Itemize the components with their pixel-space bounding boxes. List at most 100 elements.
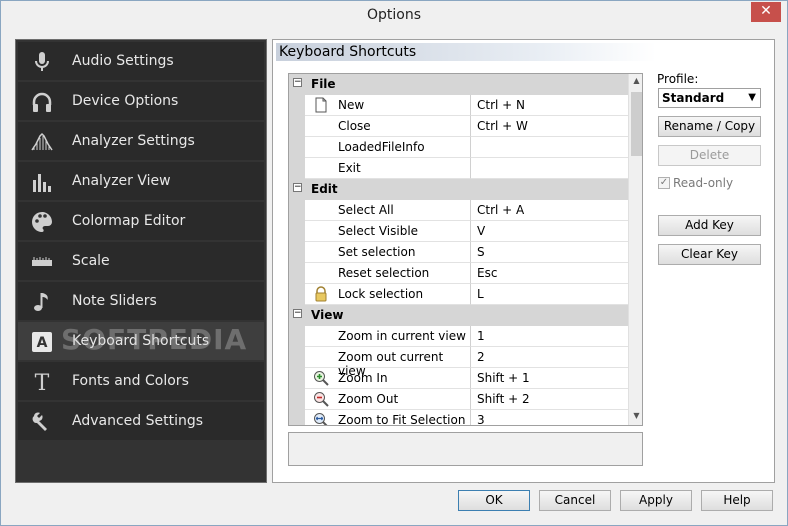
- wrench-icon: [32, 412, 47, 431]
- table-row[interactable]: Zoom to Fit Selection 3: [289, 410, 629, 426]
- apply-button[interactable]: Apply: [620, 490, 692, 511]
- zoom-in-icon: [314, 371, 329, 386]
- shortcut-key: 1: [477, 329, 485, 343]
- key-a-icon: A: [32, 332, 52, 352]
- panel-header: Keyboard Shortcuts: [276, 43, 656, 61]
- window-title: Options: [366, 7, 422, 23]
- sidebar-item-device-options[interactable]: Device Options: [18, 82, 264, 120]
- group-row-edit[interactable]: − Edit: [289, 179, 629, 200]
- watermark-text: SOFTPEDIA: [61, 323, 248, 356]
- palette-icon: [32, 212, 52, 232]
- sidebar-item-label: Colormap Editor: [72, 213, 186, 229]
- sidebar-item-label: Scale: [72, 253, 110, 269]
- group-name: View: [311, 308, 344, 322]
- group-row-file[interactable]: − File: [289, 74, 629, 95]
- group-name: Edit: [311, 182, 338, 196]
- command-name: Set selection: [338, 245, 416, 259]
- sidebar-item-audio-settings[interactable]: Audio Settings: [18, 42, 264, 80]
- collapse-icon[interactable]: −: [293, 309, 302, 318]
- table-row[interactable]: Exit: [289, 158, 629, 179]
- command-name: Zoom to Fit Selection: [338, 413, 466, 426]
- panel-title: Keyboard Shortcuts: [279, 44, 417, 60]
- shortcut-key: Ctrl + N: [477, 98, 526, 112]
- table-row[interactable]: Set selection S: [289, 242, 629, 263]
- table-row[interactable]: Reset selection Esc: [289, 263, 629, 284]
- table-row[interactable]: LoadedFileInfo: [289, 137, 629, 158]
- shortcut-key: S: [477, 245, 485, 259]
- sidebar-item-label: Device Options: [72, 93, 179, 109]
- table-row[interactable]: Zoom out current view 2: [289, 347, 629, 378]
- bars-icon: [33, 174, 51, 192]
- table-row[interactable]: Close Ctrl + W: [289, 116, 629, 137]
- sidebar-item-note-sliders[interactable]: Note Sliders: [18, 282, 264, 320]
- profile-select[interactable]: Standard ▼: [658, 88, 761, 108]
- add-key-button[interactable]: Add Key: [658, 215, 761, 236]
- zoom-fit-icon: [314, 413, 328, 425]
- sidebar-item-label: Analyzer Settings: [72, 133, 195, 149]
- command-name: Exit: [338, 161, 361, 175]
- sidebar-item-label: Advanced Settings: [72, 413, 204, 429]
- table-row[interactable]: Zoom Out Shift + 2: [289, 389, 629, 410]
- group-row-view[interactable]: − View: [289, 305, 629, 326]
- sidebar: Audio Settings Device Options Analyzer S…: [15, 39, 267, 483]
- sidebar-item-fonts-and-colors[interactable]: T Fonts and Colors: [18, 362, 264, 400]
- shortcut-key: 2: [477, 350, 485, 364]
- chevron-down-icon: ▼: [748, 92, 756, 103]
- shortcut-key: Ctrl + W: [477, 119, 528, 133]
- readonly-label: Read-only: [673, 176, 734, 190]
- sidebar-item-analyzer-view[interactable]: Analyzer View: [18, 162, 264, 200]
- ruler-icon: [32, 257, 52, 266]
- collapse-icon[interactable]: −: [293, 78, 302, 87]
- profile-label: Profile:: [657, 72, 699, 86]
- microphone-icon: [35, 52, 49, 71]
- headphones-icon: [32, 92, 52, 112]
- shortcut-description-box: [288, 432, 643, 466]
- command-name: Zoom in current view: [338, 329, 466, 343]
- font-t-icon: T: [35, 371, 50, 394]
- vertical-scrollbar[interactable]: ▲ ▼: [628, 74, 642, 425]
- sidebar-item-label: Fonts and Colors: [72, 373, 189, 389]
- options-window: Options ✕ Audio Settings Device Options …: [0, 0, 788, 526]
- clear-key-button[interactable]: Clear Key: [658, 244, 761, 265]
- table-row[interactable]: Zoom In Shift + 1: [289, 368, 629, 389]
- cancel-button[interactable]: Cancel: [539, 490, 611, 511]
- sidebar-item-label: Analyzer View: [72, 173, 171, 189]
- ok-button[interactable]: OK: [458, 490, 530, 511]
- sidebar-item-label: Note Sliders: [72, 293, 157, 309]
- command-name: Reset selection: [338, 266, 430, 280]
- shortcuts-grid[interactable]: − File New Ctrl + N Close Ctrl + W Loade…: [288, 73, 643, 426]
- sidebar-item-advanced-settings[interactable]: Advanced Settings: [18, 402, 264, 440]
- profile-selected-value: Standard: [662, 91, 725, 105]
- shortcut-key: Esc: [477, 266, 498, 280]
- spectrum-icon: [31, 132, 53, 151]
- zoom-out-icon: [314, 392, 329, 407]
- table-row[interactable]: Lock selection L: [289, 284, 629, 305]
- sidebar-item-label: Audio Settings: [72, 53, 174, 69]
- sidebar-item-colormap-editor[interactable]: Colormap Editor: [18, 202, 264, 240]
- command-name: Select Visible: [338, 224, 419, 238]
- scrollbar-thumb[interactable]: [631, 92, 642, 156]
- sidebar-item-analyzer-settings[interactable]: Analyzer Settings: [18, 122, 264, 160]
- close-button[interactable]: ✕: [751, 2, 781, 22]
- new-document-icon: [315, 97, 327, 113]
- sidebar-empty-area: [18, 442, 264, 480]
- svg-text:T: T: [35, 371, 50, 394]
- shortcut-key: V: [477, 224, 486, 238]
- scroll-down-icon[interactable]: ▼: [631, 411, 642, 423]
- title-bar: Options ✕: [1, 1, 787, 31]
- sidebar-item-scale[interactable]: Scale: [18, 242, 264, 280]
- shortcut-key: Shift + 1: [477, 371, 530, 385]
- table-row[interactable]: Select All Ctrl + A: [289, 200, 629, 221]
- command-name: LoadedFileInfo: [338, 140, 425, 154]
- table-row[interactable]: New Ctrl + N: [289, 95, 629, 116]
- readonly-checkbox[interactable]: ✓: [658, 177, 670, 189]
- rename-copy-button[interactable]: Rename / Copy: [658, 116, 761, 137]
- collapse-icon[interactable]: −: [293, 183, 302, 192]
- table-row[interactable]: Select Visible V: [289, 221, 629, 242]
- delete-button[interactable]: Delete: [658, 145, 761, 166]
- table-row[interactable]: Zoom in current view 1: [289, 326, 629, 347]
- scroll-up-icon[interactable]: ▲: [631, 76, 642, 88]
- shortcut-key: Shift + 2: [477, 392, 530, 406]
- help-button[interactable]: Help: [701, 490, 773, 511]
- svg-text:A: A: [37, 335, 48, 351]
